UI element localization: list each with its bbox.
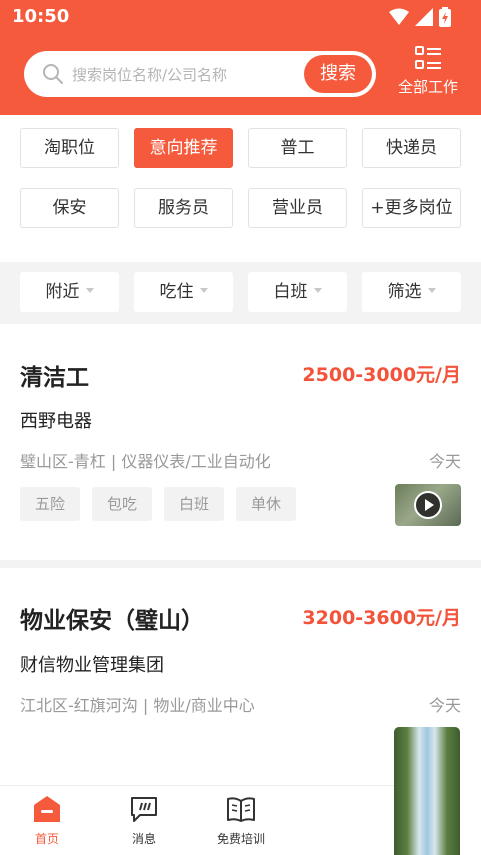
status-bar: 10:50 [0,0,481,34]
job-video-thumbnail[interactable] [395,484,461,526]
tag-security[interactable]: 保安 [20,188,119,228]
floating-ad-image[interactable] [394,727,460,855]
all-jobs-label: 全部工作 [397,78,458,96]
tag-waiter[interactable]: 服务员 [134,188,233,228]
play-icon [414,491,442,519]
benefit-tag: 单休 [236,487,297,521]
book-icon [227,797,255,822]
filter-day-shift[interactable]: 白班 [248,272,347,312]
tag-courier[interactable]: 快递员 [362,128,461,168]
tab-home-label: 首页 [34,832,59,846]
filter-screen-label: 筛选 [387,282,422,302]
search-icon [43,64,63,84]
filter-bar: 附近 吃住 白班 筛选 [0,262,481,324]
tab-messages-label: 消息 [131,832,156,846]
tag-salesperson[interactable]: 营业员 [248,188,347,228]
message-icon [131,797,157,822]
bottom-tab-bar: 首页 消息 免费培训 [0,785,394,855]
tab-home[interactable]: 首页 [2,794,92,847]
job-card[interactable]: 清洁工 2500-3000元/月 西野电器 璧山区-青杠 | 仪器仪表/工业自动… [0,324,481,560]
search-input[interactable]: 搜索岗位名称/公司名称 搜索 [24,51,376,97]
tag-more-jobs[interactable]: +更多岗位 [362,188,461,228]
all-jobs-button[interactable]: 全部工作 [395,44,461,100]
job-company: 财信物业管理集团 [20,655,164,676]
job-salary: 3200-3600元/月 [302,607,461,629]
filter-food-lodging-label: 吃住 [159,282,194,302]
job-salary: 2500-3000元/月 [302,364,461,386]
tab-messages[interactable]: 消息 [99,794,189,847]
filter-screen[interactable]: 筛选 [362,272,461,312]
status-icons [389,6,451,28]
filter-nearby[interactable]: 附近 [20,272,119,312]
benefit-tag: 包吃 [92,487,153,521]
benefit-tag: 五险 [20,487,81,521]
job-company: 西野电器 [20,411,92,432]
job-title: 物业保安（璧山） [20,608,204,634]
caret-down-icon [427,287,436,293]
search-placeholder: 搜索岗位名称/公司名称 [72,66,228,84]
tag-taozhiwei[interactable]: 淘职位 [20,128,119,168]
caret-down-icon [85,287,94,293]
benefit-tag: 白班 [164,487,225,521]
app-header: 10:50 搜索岗位名称/公司名称 搜索 全部工作 [0,0,481,115]
job-location: 江北区-红旗河沟 | 物业/商业中心 [20,696,255,715]
filter-day-shift-label: 白班 [273,282,308,302]
filter-nearby-label: 附近 [45,282,80,302]
job-date: 今天 [428,696,461,715]
list-icon [415,46,441,69]
caret-down-icon [199,287,208,293]
job-title: 清洁工 [20,365,89,391]
divider [0,560,481,568]
caret-down-icon [313,287,322,293]
battery-icon [439,7,451,27]
search-button[interactable]: 搜索 [304,55,372,93]
tab-free-training[interactable]: 免费培训 [196,794,286,847]
tab-free-training-label: 免费培训 [216,832,265,846]
tag-general-worker[interactable]: 普工 [248,128,347,168]
tag-intent-recommend[interactable]: 意向推荐 [134,128,233,168]
filter-food-lodging[interactable]: 吃住 [134,272,233,312]
signal-icon [415,8,433,26]
wifi-icon [389,8,409,25]
job-date: 今天 [428,452,461,471]
status-time: 10:50 [12,6,70,27]
job-location: 璧山区-青杠 | 仪器仪表/工业自动化 [20,452,271,471]
home-icon [34,796,60,822]
